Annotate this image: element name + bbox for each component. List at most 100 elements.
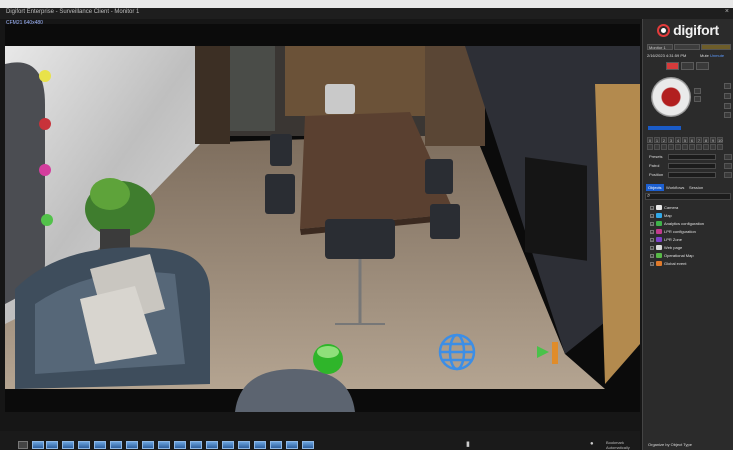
layout-thumbnail[interactable]	[158, 441, 170, 449]
preset-button[interactable]	[675, 144, 681, 150]
object-search-input[interactable]: ⌕	[645, 193, 731, 200]
position-go-button[interactable]	[724, 172, 732, 178]
tree-item-global-event[interactable]: + Global event	[650, 260, 686, 267]
preset-button[interactable]	[654, 144, 660, 150]
camera-view[interactable]	[5, 24, 640, 412]
preset-button[interactable]: 4	[675, 137, 681, 143]
automatic-label[interactable]: Automatically	[606, 445, 630, 450]
web-page-icon	[656, 245, 662, 250]
layout-thumbnail[interactable]	[222, 441, 234, 449]
thumbnail-scroll-left[interactable]	[18, 441, 28, 449]
zoom-out-button[interactable]	[694, 96, 701, 102]
zoom-in-button[interactable]	[694, 88, 701, 94]
preset-button[interactable]	[668, 144, 674, 150]
expand-icon[interactable]: +	[650, 261, 654, 266]
patrol-label: Patrol	[649, 163, 660, 168]
preset-button[interactable]: 1	[654, 137, 660, 143]
preset-button[interactable]: 0	[647, 137, 653, 143]
position-select[interactable]	[668, 172, 716, 178]
ptz-speed-slider[interactable]	[648, 126, 681, 130]
tree-item-analytics[interactable]: + Analytics configuration	[650, 220, 704, 227]
preset-button[interactable]	[717, 144, 723, 150]
layout-thumbnail[interactable]	[190, 441, 202, 449]
presets-label: Presets	[649, 154, 663, 159]
layout-thumbnail[interactable]	[110, 441, 122, 449]
tab-workflows[interactable]: Workflows	[664, 184, 686, 191]
expand-icon[interactable]: +	[650, 229, 654, 234]
focus-far-button[interactable]	[724, 93, 731, 99]
tab-tertiary[interactable]	[701, 44, 731, 50]
preset-button[interactable]: 3	[668, 137, 674, 143]
presets-select[interactable]	[668, 154, 716, 160]
tree-item-operational-map[interactable]: + Operational Map	[650, 252, 694, 259]
iris-close-button[interactable]	[724, 112, 731, 118]
layout-thumbnail[interactable]	[270, 441, 282, 449]
record-button[interactable]	[666, 62, 679, 70]
layout-thumbnail[interactable]	[174, 441, 186, 449]
layout-thumbnail[interactable]	[32, 441, 44, 449]
presets-go-button[interactable]	[724, 154, 732, 160]
layout-thumbnail[interactable]	[94, 441, 106, 449]
preset-button[interactable]	[682, 144, 688, 150]
preset-button[interactable]	[696, 144, 702, 150]
ptz-joystick[interactable]	[651, 77, 691, 117]
preset-button[interactable]: 8	[703, 137, 709, 143]
tab-session[interactable]: Session	[687, 184, 705, 191]
layout-thumbnail[interactable]	[302, 441, 314, 449]
patrol-select[interactable]	[668, 163, 716, 169]
preset-button[interactable]	[689, 144, 695, 150]
close-icon[interactable]: ×	[725, 8, 729, 15]
logo-text: digifort	[673, 22, 719, 38]
bookmark-icon[interactable]: ●	[590, 441, 594, 447]
layout-thumbnail[interactable]	[254, 441, 266, 449]
layout-thumbnail[interactable]	[62, 441, 74, 449]
expand-icon[interactable]: +	[650, 245, 654, 250]
iris-open-button[interactable]	[724, 103, 731, 109]
audio-icon[interactable]: ▮	[466, 440, 470, 448]
tree-item-map[interactable]: + Map	[650, 212, 672, 219]
layout-thumbnail[interactable]	[206, 441, 218, 449]
window-title: Digifort Enterprise - Surveillance Clien…	[6, 9, 140, 15]
search-icon: ⌕	[647, 193, 651, 199]
preset-button[interactable]	[703, 144, 709, 150]
preset-button[interactable]: 2	[661, 137, 667, 143]
layout-thumbnail[interactable]	[238, 441, 250, 449]
preset-button[interactable]	[647, 144, 653, 150]
expand-icon[interactable]: +	[650, 213, 654, 218]
tree-item-web-page[interactable]: + Web page	[650, 244, 682, 251]
tree-item-lpr-zone[interactable]: + LPR Zone	[650, 236, 682, 243]
patrol-go-button[interactable]	[724, 163, 732, 169]
layout-thumbnail[interactable]	[286, 441, 298, 449]
digifort-logo: digifort	[644, 19, 732, 41]
layout-thumbnail[interactable]	[46, 441, 58, 449]
layout-thumbnail[interactable]	[78, 441, 90, 449]
ptz-mode-button[interactable]	[681, 62, 694, 70]
preset-button[interactable]: 9	[710, 137, 716, 143]
tree-item-camera[interactable]: + Camera	[650, 204, 678, 211]
expand-icon[interactable]: +	[650, 237, 654, 242]
organize-by-label[interactable]: Organize by Object Type	[648, 442, 692, 447]
preset-button[interactable]: 6	[689, 137, 695, 143]
expand-icon[interactable]: +	[650, 221, 654, 226]
preset-button[interactable]: 5	[682, 137, 688, 143]
layout-thumbnail[interactable]	[142, 441, 154, 449]
preset-button[interactable]	[661, 144, 667, 150]
layout-thumbnail[interactable]	[126, 441, 138, 449]
tab-objects[interactable]: Objects	[646, 184, 664, 191]
tree-item-label: Web page	[664, 245, 683, 250]
window-frame-top	[0, 0, 733, 8]
preset-button[interactable]	[710, 144, 716, 150]
camera-image	[5, 24, 640, 412]
ptz-lock-button[interactable]	[696, 62, 709, 70]
tab-secondary[interactable]	[674, 44, 700, 50]
focus-near-button[interactable]	[724, 83, 731, 89]
operational-map-icon	[656, 253, 662, 258]
tab-monitor[interactable]: Monitor 1	[647, 44, 673, 50]
preset-button[interactable]: 10	[717, 137, 723, 143]
expand-icon[interactable]: +	[650, 253, 654, 258]
expand-icon[interactable]: +	[650, 205, 654, 210]
mute-toggle[interactable]: Mute Unmute	[700, 53, 724, 58]
tree-item-label: LPR Zone	[664, 237, 683, 242]
tree-item-lpr-configuration[interactable]: + LPR configuration	[650, 228, 696, 235]
preset-button[interactable]: 7	[696, 137, 702, 143]
